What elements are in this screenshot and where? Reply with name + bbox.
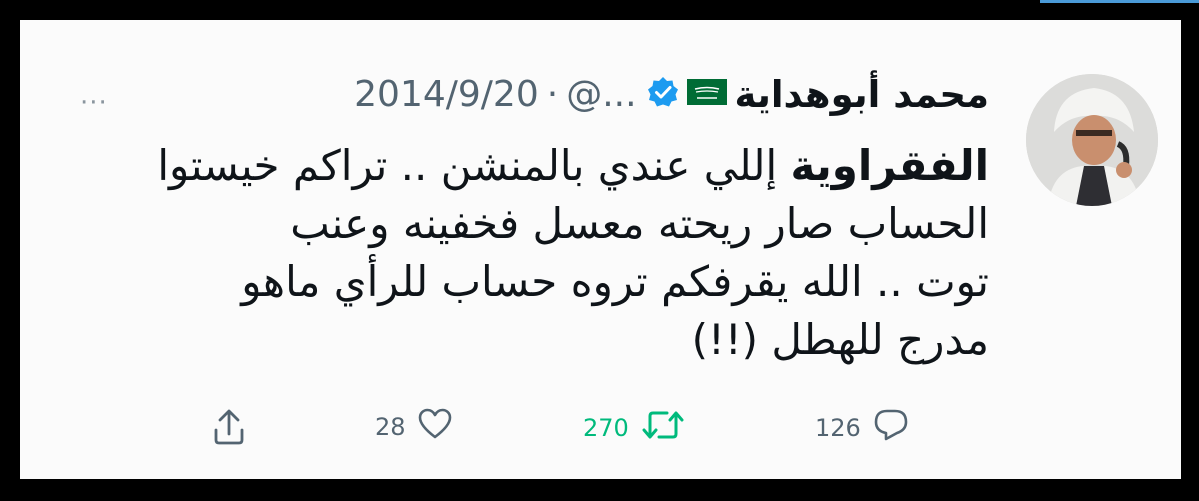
saudi-flag-icon — [686, 79, 727, 109]
line-text: الحساب صار ريحته معسل فخفينه وعنب — [290, 199, 989, 248]
avatar[interactable] — [1026, 74, 1158, 206]
share-button[interactable] — [212, 408, 246, 452]
tweet-date[interactable]: 2014/9/20 — [354, 74, 539, 115]
retweet-button[interactable]: 270 — [583, 408, 685, 448]
retweet-count: 270 — [583, 414, 629, 442]
tweet-text-line: الحساب صار ريحته معسل فخفينه وعنب — [99, 195, 989, 253]
tweet-text-line: مدرج للهطل (!!) — [99, 311, 989, 369]
verified-badge-icon — [647, 76, 679, 112]
like-button[interactable]: 28 — [375, 408, 452, 446]
bold-word: الفقراوية — [790, 141, 990, 190]
like-count: 28 — [375, 413, 406, 441]
tweet-text-line: توت .. الله يقرفكم تروه حساب للرأي ماهو — [99, 253, 989, 311]
header-separator: · — [546, 73, 559, 115]
tweet-actions: 28 270 126 — [20, 408, 1181, 464]
line-text: إللي عندي بالمنشن .. تراكم خيستوا — [157, 141, 791, 190]
line-text: مدرج للهطل (!!) — [691, 315, 989, 364]
top-accent-line — [1040, 0, 1199, 3]
share-icon — [212, 408, 246, 452]
author-name[interactable]: محمد أبوهداية — [735, 73, 989, 116]
tweet-card[interactable]: محمد أبوهداية @... · 2014/9/20 ··· الفقر… — [20, 20, 1181, 479]
tweet-header: محمد أبوهداية @... · 2014/9/20 — [354, 66, 989, 122]
tweet-text: الفقراوية إللي عندي بالمنشن .. تراكم خيس… — [99, 137, 989, 369]
reply-count: 126 — [815, 414, 861, 442]
retweet-icon — [641, 408, 685, 448]
more-options-button[interactable]: ··· — [80, 88, 108, 118]
reply-icon — [873, 408, 909, 448]
line-text: توت .. الله يقرفكم تروه حساب للرأي ماهو — [241, 257, 989, 306]
tweet-text-line: الفقراوية إللي عندي بالمنشن .. تراكم خيس… — [99, 137, 989, 195]
heart-icon — [418, 408, 452, 446]
author-handle[interactable]: @... — [566, 74, 636, 115]
reply-button[interactable]: 126 — [815, 408, 909, 448]
